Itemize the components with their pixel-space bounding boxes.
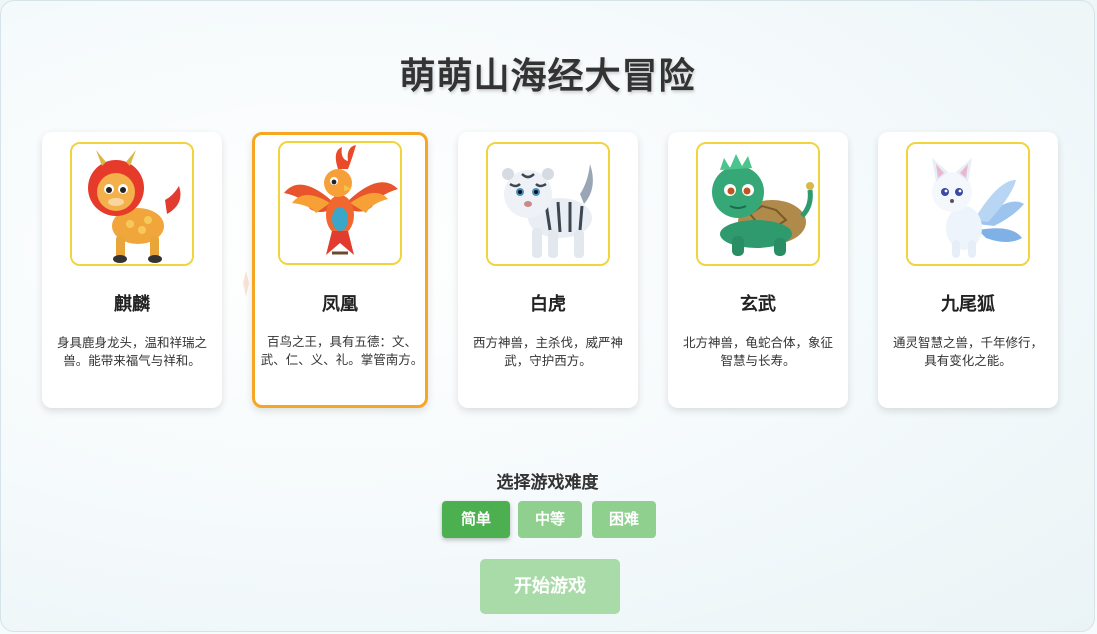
creature-name: 九尾狐 (941, 294, 995, 315)
difficulty-hard-button[interactable]: 困难 (592, 501, 656, 538)
black-tortoise-portrait-icon (696, 142, 820, 266)
creature-card-nine-tailed-fox[interactable]: 九尾狐 通灵智慧之兽，千年修行，具有变化之能。 (878, 132, 1058, 408)
creature-name: 凤凰 (322, 294, 358, 315)
difficulty-title: 选择游戏难度 (496, 473, 599, 493)
creature-card-list: 麒麟 身具鹿身龙头，温和祥瑞之兽。能带来福气与祥和。 凤凰 百鸟之王，具有五德：… (42, 132, 1062, 412)
difficulty-easy-button[interactable]: 简单 (442, 501, 510, 538)
creature-description: 西方神兽，主杀伐，威严神武，守护西方。 (472, 335, 623, 368)
creature-name: 白虎 (530, 294, 566, 315)
qilin-portrait-icon (70, 142, 194, 266)
game-frame: 萌萌山海经大冒险 麒麟 身具鹿身龙头，温和祥瑞之兽。能带来福气与祥和。 凤凰 百… (0, 0, 1095, 632)
creature-description: 身具鹿身龙头，温和祥瑞之兽。能带来福气与祥和。 (56, 335, 207, 368)
creature-name: 麒麟 (114, 294, 150, 315)
nine-tailed-fox-portrait-icon (906, 142, 1030, 266)
game-title: 萌萌山海经大冒险 (399, 56, 696, 97)
difficulty-medium-button[interactable]: 中等 (518, 501, 582, 538)
creature-description: 通灵智慧之兽，千年修行，具有变化之能。 (892, 335, 1043, 368)
white-tiger-portrait-icon (486, 142, 610, 266)
phoenix-portrait-icon (278, 141, 402, 265)
start-game-button[interactable]: 开始游戏 (480, 559, 620, 614)
creature-description: 北方神兽，龟蛇合体，象征智慧与长寿。 (682, 335, 833, 368)
creature-card-white-tiger[interactable]: 白虎 西方神兽，主杀伐，威严神武，守护西方。 (458, 132, 638, 408)
creature-card-qilin[interactable]: 麒麟 身具鹿身龙头，温和祥瑞之兽。能带来福气与祥和。 (42, 132, 222, 408)
creature-description: 百鸟之王，具有五德：文、武、仁、义、礼。掌管南方。 (260, 334, 424, 367)
creature-card-phoenix[interactable]: 凤凰 百鸟之王，具有五德：文、武、仁、义、礼。掌管南方。 (252, 132, 428, 408)
creature-card-black-tortoise[interactable]: 玄武 北方神兽，龟蛇合体，象征智慧与长寿。 (668, 132, 848, 408)
creature-name: 玄武 (740, 294, 776, 315)
